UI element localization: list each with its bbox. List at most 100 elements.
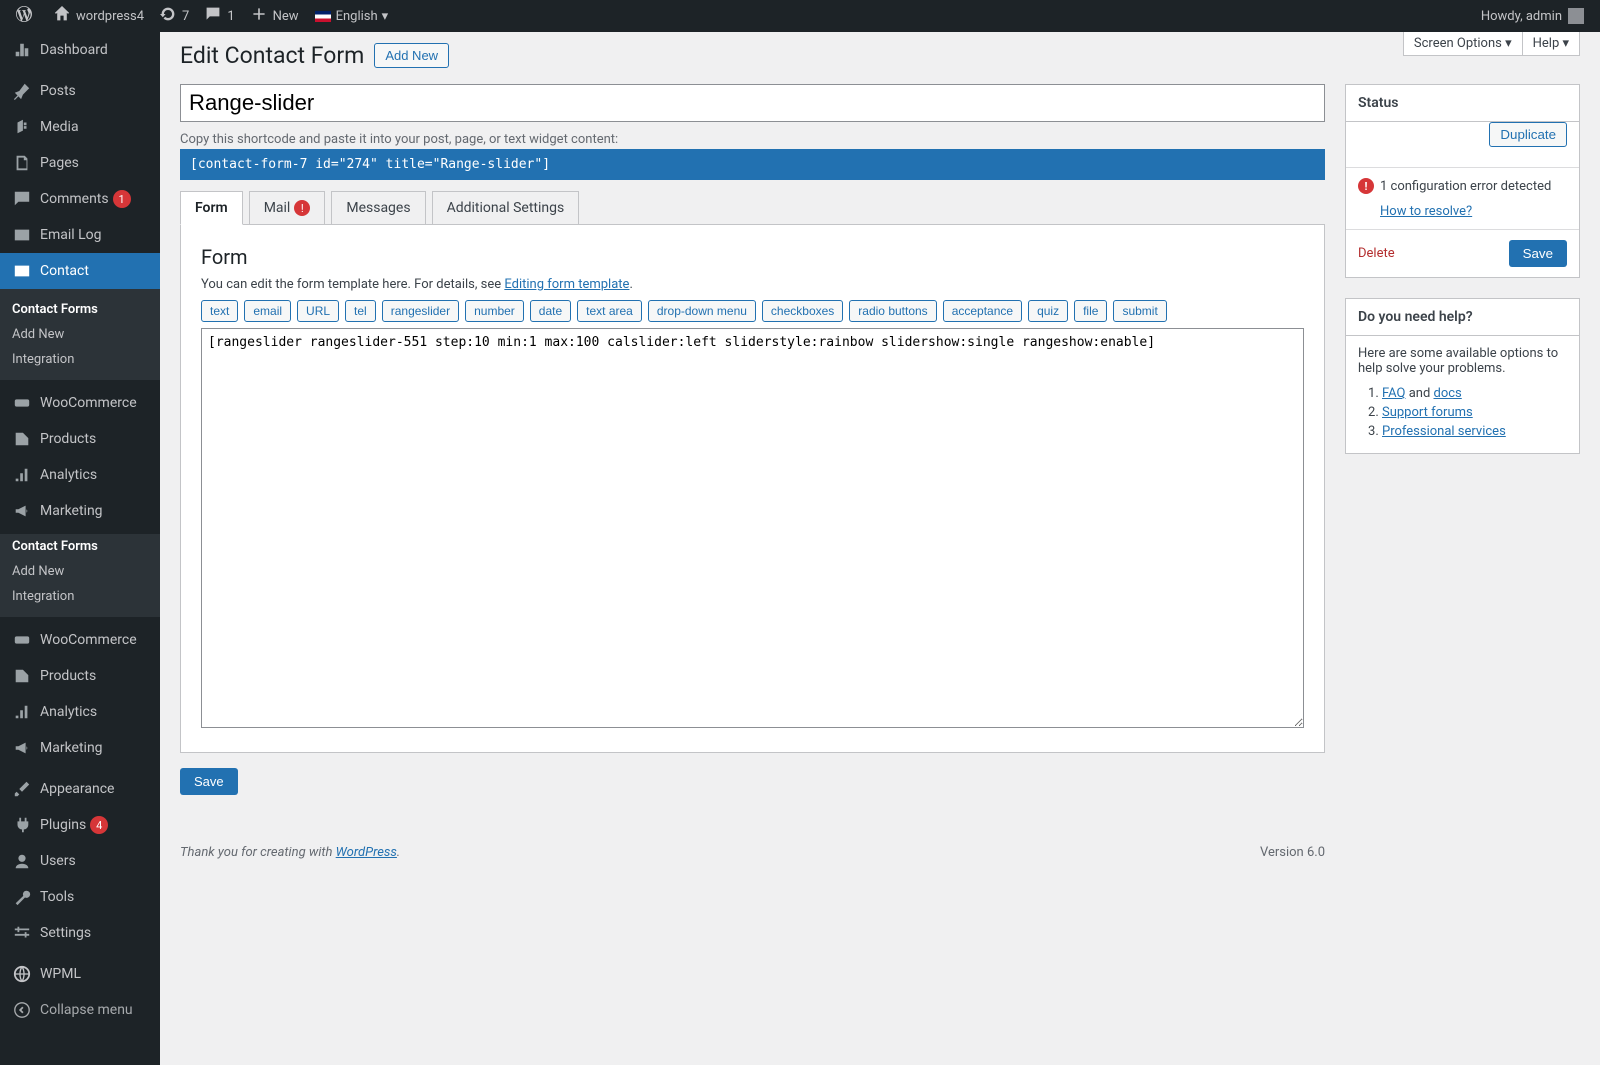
duplicate-button[interactable]: Duplicate xyxy=(1489,122,1567,147)
menu-appearance[interactable]: Appearance xyxy=(0,771,160,807)
tag-tel[interactable]: tel xyxy=(345,300,376,322)
menu-products-label: Products xyxy=(40,431,96,447)
menu-posts[interactable]: Posts xyxy=(0,73,160,109)
wordpress-icon xyxy=(16,6,32,26)
menu-comments[interactable]: Comments1 xyxy=(0,181,160,217)
sub-integration[interactable]: Integration xyxy=(0,347,160,372)
menu-products-2[interactable]: Products xyxy=(0,658,160,694)
menu-analytics[interactable]: Analytics xyxy=(0,457,160,493)
shortcode-value[interactable]: [contact-form-7 id="274" title="Range-sl… xyxy=(180,149,1325,180)
menu-marketing-2[interactable]: Marketing xyxy=(0,730,160,766)
menu-tools[interactable]: Tools xyxy=(0,879,160,915)
resolve-link[interactable]: How to resolve? xyxy=(1380,204,1472,219)
plugin-icon xyxy=(12,815,32,835)
editor-tabs: Form Mail! Messages Additional Settings xyxy=(180,190,1325,225)
tag-date[interactable]: date xyxy=(530,300,571,322)
delete-link[interactable]: Delete xyxy=(1358,246,1395,261)
menu-settings[interactable]: Settings xyxy=(0,915,160,951)
analytics-icon xyxy=(12,702,32,722)
help-title: Do you need help? xyxy=(1346,299,1579,336)
new-content[interactable]: New xyxy=(243,0,307,32)
tab-form[interactable]: Form xyxy=(180,191,243,226)
tag-text-area[interactable]: text area xyxy=(577,300,642,322)
tag-text[interactable]: text xyxy=(201,300,238,322)
help-box: Do you need help? Here are some availabl… xyxy=(1345,298,1580,454)
page-heading: Edit Contact Form Add New xyxy=(180,32,1580,78)
menu-woocommerce[interactable]: WooCommerce xyxy=(0,385,160,421)
megaphone-icon xyxy=(12,738,32,758)
toolbar-comments[interactable]: 1 xyxy=(197,0,242,32)
help-button[interactable]: Help ▾ xyxy=(1522,32,1580,56)
support-forums-link[interactable]: Support forums xyxy=(1382,405,1473,420)
updates[interactable]: 7 xyxy=(152,0,197,32)
screen-options-button[interactable]: Screen Options ▾ xyxy=(1403,32,1523,56)
site-name-label: wordpress4 xyxy=(76,9,144,24)
collapse-menu[interactable]: Collapse menu xyxy=(0,992,160,1028)
language-switcher[interactable]: English ▾ xyxy=(307,0,397,32)
menu-users[interactable]: Users xyxy=(0,843,160,879)
form-title-input[interactable] xyxy=(180,84,1325,122)
home-icon xyxy=(54,6,70,26)
save-button-side[interactable]: Save xyxy=(1509,240,1567,267)
my-account[interactable]: Howdy, admin xyxy=(1473,0,1592,32)
editing-template-link[interactable]: Editing form template xyxy=(504,277,629,292)
menu-contact[interactable]: Contact xyxy=(0,253,160,289)
tag-number[interactable]: number xyxy=(465,300,524,322)
tab-mail-label: Mail xyxy=(264,200,291,216)
page-title: Edit Contact Form xyxy=(180,42,364,69)
tag-URL[interactable]: URL xyxy=(297,300,339,322)
menu-woocommerce-label: WooCommerce xyxy=(40,395,137,411)
menu-analytics-2[interactable]: Analytics xyxy=(0,694,160,730)
menu-plugins[interactable]: Plugins4 xyxy=(0,807,160,843)
sub-contact-forms[interactable]: Contact Forms xyxy=(0,297,160,322)
menu-woocommerce-2[interactable]: WooCommerce xyxy=(0,622,160,658)
docs-link[interactable]: docs xyxy=(1434,386,1462,401)
help-label: Help xyxy=(1533,36,1560,51)
save-button-bottom[interactable]: Save xyxy=(180,768,238,795)
tab-mail[interactable]: Mail! xyxy=(249,191,326,226)
sub-add-new-2[interactable]: Add New xyxy=(0,559,160,584)
sub-contact-forms-2[interactable]: Contact Forms xyxy=(0,534,160,559)
menu-email-log[interactable]: Email Log xyxy=(0,217,160,253)
site-name[interactable]: wordpress4 xyxy=(46,0,152,32)
menu-contact-label: Contact xyxy=(40,263,89,279)
menu-dashboard[interactable]: Dashboard xyxy=(0,32,160,68)
menu-pages[interactable]: Pages xyxy=(0,145,160,181)
tab-messages[interactable]: Messages xyxy=(331,191,425,226)
tag-quiz[interactable]: quiz xyxy=(1028,300,1068,322)
sub-integration-2[interactable]: Integration xyxy=(0,584,160,609)
wordpress-link[interactable]: WordPress xyxy=(336,845,397,860)
professional-services-link[interactable]: Professional services xyxy=(1382,424,1506,439)
wp-logo[interactable] xyxy=(8,0,46,32)
analytics-icon xyxy=(12,465,32,485)
form-panel: Form You can edit the form template here… xyxy=(180,224,1325,753)
faq-link[interactable]: FAQ xyxy=(1382,386,1405,401)
panel-heading: Form xyxy=(201,245,1304,269)
tag-drop-down-menu[interactable]: drop-down menu xyxy=(648,300,756,322)
tag-submit[interactable]: submit xyxy=(1113,300,1166,322)
tag-email[interactable]: email xyxy=(244,300,291,322)
menu-wpml[interactable]: WPML xyxy=(0,956,160,992)
menu-marketing[interactable]: Marketing xyxy=(0,493,160,529)
menu-pages-label: Pages xyxy=(40,155,79,171)
alert-icon: ! xyxy=(294,200,310,216)
comment-icon xyxy=(205,6,221,26)
menu-media[interactable]: Media xyxy=(0,109,160,145)
menu-products[interactable]: Products xyxy=(0,421,160,457)
sub-add-new[interactable]: Add New xyxy=(0,322,160,347)
greeting-label: Howdy, admin xyxy=(1481,9,1562,24)
add-new-button[interactable]: Add New xyxy=(374,43,449,68)
tag-file[interactable]: file xyxy=(1074,300,1107,322)
menu-products-2-label: Products xyxy=(40,668,96,684)
tag-checkboxes[interactable]: checkboxes xyxy=(762,300,843,322)
form-template-textarea[interactable] xyxy=(201,328,1304,728)
tab-additional-settings[interactable]: Additional Settings xyxy=(432,191,580,226)
help-and: and xyxy=(1405,386,1433,401)
tag-rangeslider[interactable]: rangeslider xyxy=(382,300,459,322)
user-icon xyxy=(12,851,32,871)
tag-acceptance[interactable]: acceptance xyxy=(943,300,1022,322)
tag-radio-buttons[interactable]: radio buttons xyxy=(849,300,936,322)
plugins-badge: 4 xyxy=(90,816,108,834)
panel-desc-pre: You can edit the form template here. For… xyxy=(201,277,504,292)
tag-generator-buttons: text email URL tel rangeslider number date text… xyxy=(201,300,1304,322)
